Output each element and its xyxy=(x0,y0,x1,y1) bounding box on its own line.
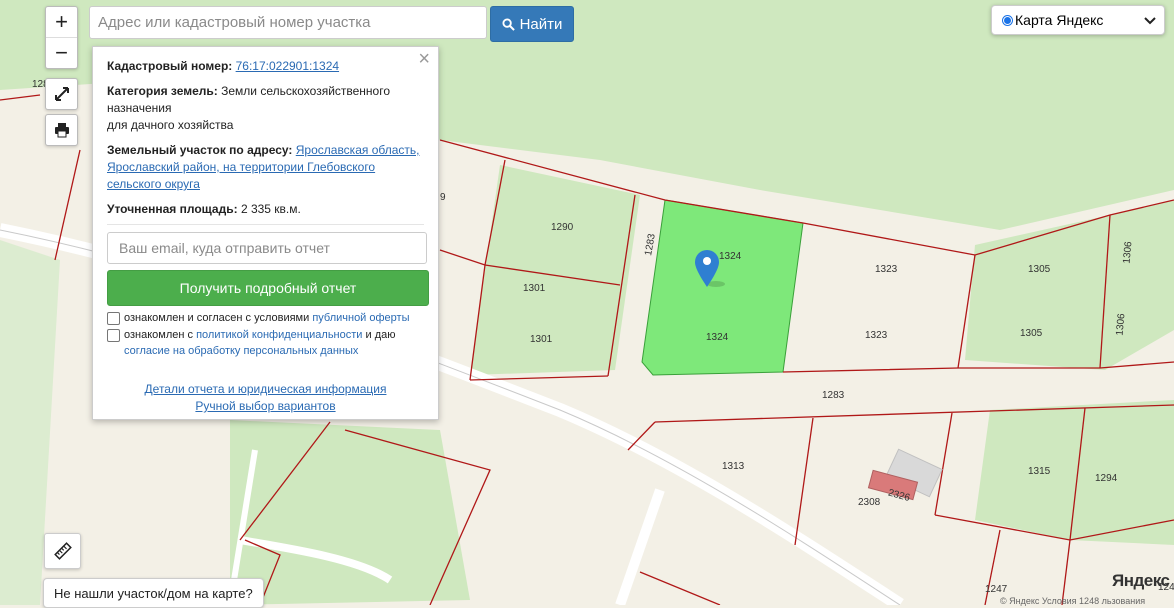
parcel-label: 1306 xyxy=(1115,313,1128,337)
consent-privacy-row: ознакомлен с политикой конфиденциальност… xyxy=(107,327,424,359)
not-found-button[interactable]: Не нашли участок/дом на карте? xyxy=(43,578,264,608)
personal-data-consent-link[interactable]: согласие на обработку персональных данны… xyxy=(124,345,358,357)
parcel-label: 9 xyxy=(440,192,446,203)
zoom-in-button[interactable]: + xyxy=(46,7,77,37)
search-button-label: Найти xyxy=(519,15,563,33)
parcel-label: 1247 xyxy=(985,584,1008,595)
parcel-label: 1290 xyxy=(551,222,574,233)
search-button[interactable]: Найти xyxy=(490,6,574,42)
parcel-label: 1323 xyxy=(865,330,888,341)
parcel-label: 2308 xyxy=(858,497,881,508)
popup-links: Детали отчета и юридическая информация Р… xyxy=(107,381,424,415)
radio-selected-icon xyxy=(1002,14,1013,26)
search-icon xyxy=(502,17,515,31)
parcel-label: 1305 xyxy=(1020,328,1043,339)
parcel-label: 1301 xyxy=(523,283,546,294)
area-row: Уточненная площадь: 2 335 кв.м. xyxy=(107,201,424,218)
map-layer-select[interactable]: Карта Яндекс xyxy=(991,5,1165,35)
ruler-button[interactable] xyxy=(44,533,81,569)
consent-offer-row: ознакомлен и согласен с условиями публич… xyxy=(107,310,424,326)
address-label: Земельный участок по адресу: xyxy=(107,143,293,157)
printer-icon xyxy=(54,123,69,138)
zoom-out-button[interactable]: − xyxy=(46,37,77,68)
selected-parcel-1324 xyxy=(641,199,804,376)
consent-privacy-checkbox[interactable] xyxy=(107,329,120,342)
area-label: Уточненная площадь: xyxy=(107,202,238,216)
consent-privacy-text: ознакомлен с политикой конфиденциальност… xyxy=(124,327,395,359)
parcel-label: 1283 xyxy=(822,390,845,401)
green-area xyxy=(975,400,1174,545)
cadastral-number-link[interactable]: 76:17:022901:1324 xyxy=(236,59,339,73)
search-bar: Найти xyxy=(89,6,574,42)
parcel-label: 1324 xyxy=(706,332,729,343)
divider xyxy=(107,224,424,225)
yandex-logo: Яндекс xyxy=(1112,571,1170,590)
parcel-label: 1323 xyxy=(875,264,898,275)
green-area xyxy=(230,420,470,605)
expand-icon xyxy=(54,87,69,101)
category-value-2: для дачного хозяйства xyxy=(107,118,234,132)
get-report-button[interactable]: Получить подробный отчет xyxy=(107,270,429,306)
parcel-label: 1315 xyxy=(1028,466,1051,477)
print-button[interactable] xyxy=(45,114,78,146)
parcel-label: 1305 xyxy=(1028,264,1051,275)
area-value: 2 335 кв.м. xyxy=(240,202,301,216)
parcel-label: 1301 xyxy=(530,334,553,345)
ruler-icon xyxy=(53,542,72,560)
map-layer-label: Карта Яндекс xyxy=(1015,12,1104,28)
consent-offer-label: ознакомлен и согласен с условиями xyxy=(124,312,313,324)
parcel-label: 1294 xyxy=(1095,473,1118,484)
manual-selection-link[interactable]: Ручной выбор вариантов xyxy=(107,398,424,415)
consent-privacy-label-2: и даю xyxy=(362,329,396,341)
privacy-policy-link[interactable]: политикой конфиденциальности xyxy=(196,329,362,341)
consent-offer-text: ознакомлен и согласен с условиями публич… xyxy=(124,310,410,326)
category-label: Категория земель: xyxy=(107,84,218,98)
green-area xyxy=(470,165,640,375)
parcel-label: 1324 xyxy=(719,251,742,262)
chevron-down-icon xyxy=(1144,13,1156,28)
public-offer-link[interactable]: публичной оферты xyxy=(312,312,409,324)
close-icon[interactable]: × xyxy=(418,49,430,69)
report-details-link[interactable]: Детали отчета и юридическая информация xyxy=(107,381,424,398)
consent-privacy-label: ознакомлен с xyxy=(124,329,197,341)
search-input[interactable] xyxy=(89,6,487,39)
email-field[interactable] xyxy=(107,232,427,264)
fullscreen-button[interactable] xyxy=(45,78,78,110)
parcel-info-popup: × Кадастровый номер: 76:17:022901:1324 К… xyxy=(92,46,439,420)
consent-offer-checkbox[interactable] xyxy=(107,312,120,325)
category-row: Категория земель: Земли сельскохозяйстве… xyxy=(107,83,424,134)
parcel-label: 1313 xyxy=(722,461,745,472)
address-row: Земельный участок по адресу: Ярославская… xyxy=(107,142,424,193)
zoom-control: + − xyxy=(45,6,78,69)
cadastral-row: Кадастровый номер: 76:17:022901:1324 xyxy=(107,58,424,75)
cadastral-label: Кадастровый номер: xyxy=(107,59,233,73)
parcel-label: 1306 xyxy=(1122,241,1135,265)
